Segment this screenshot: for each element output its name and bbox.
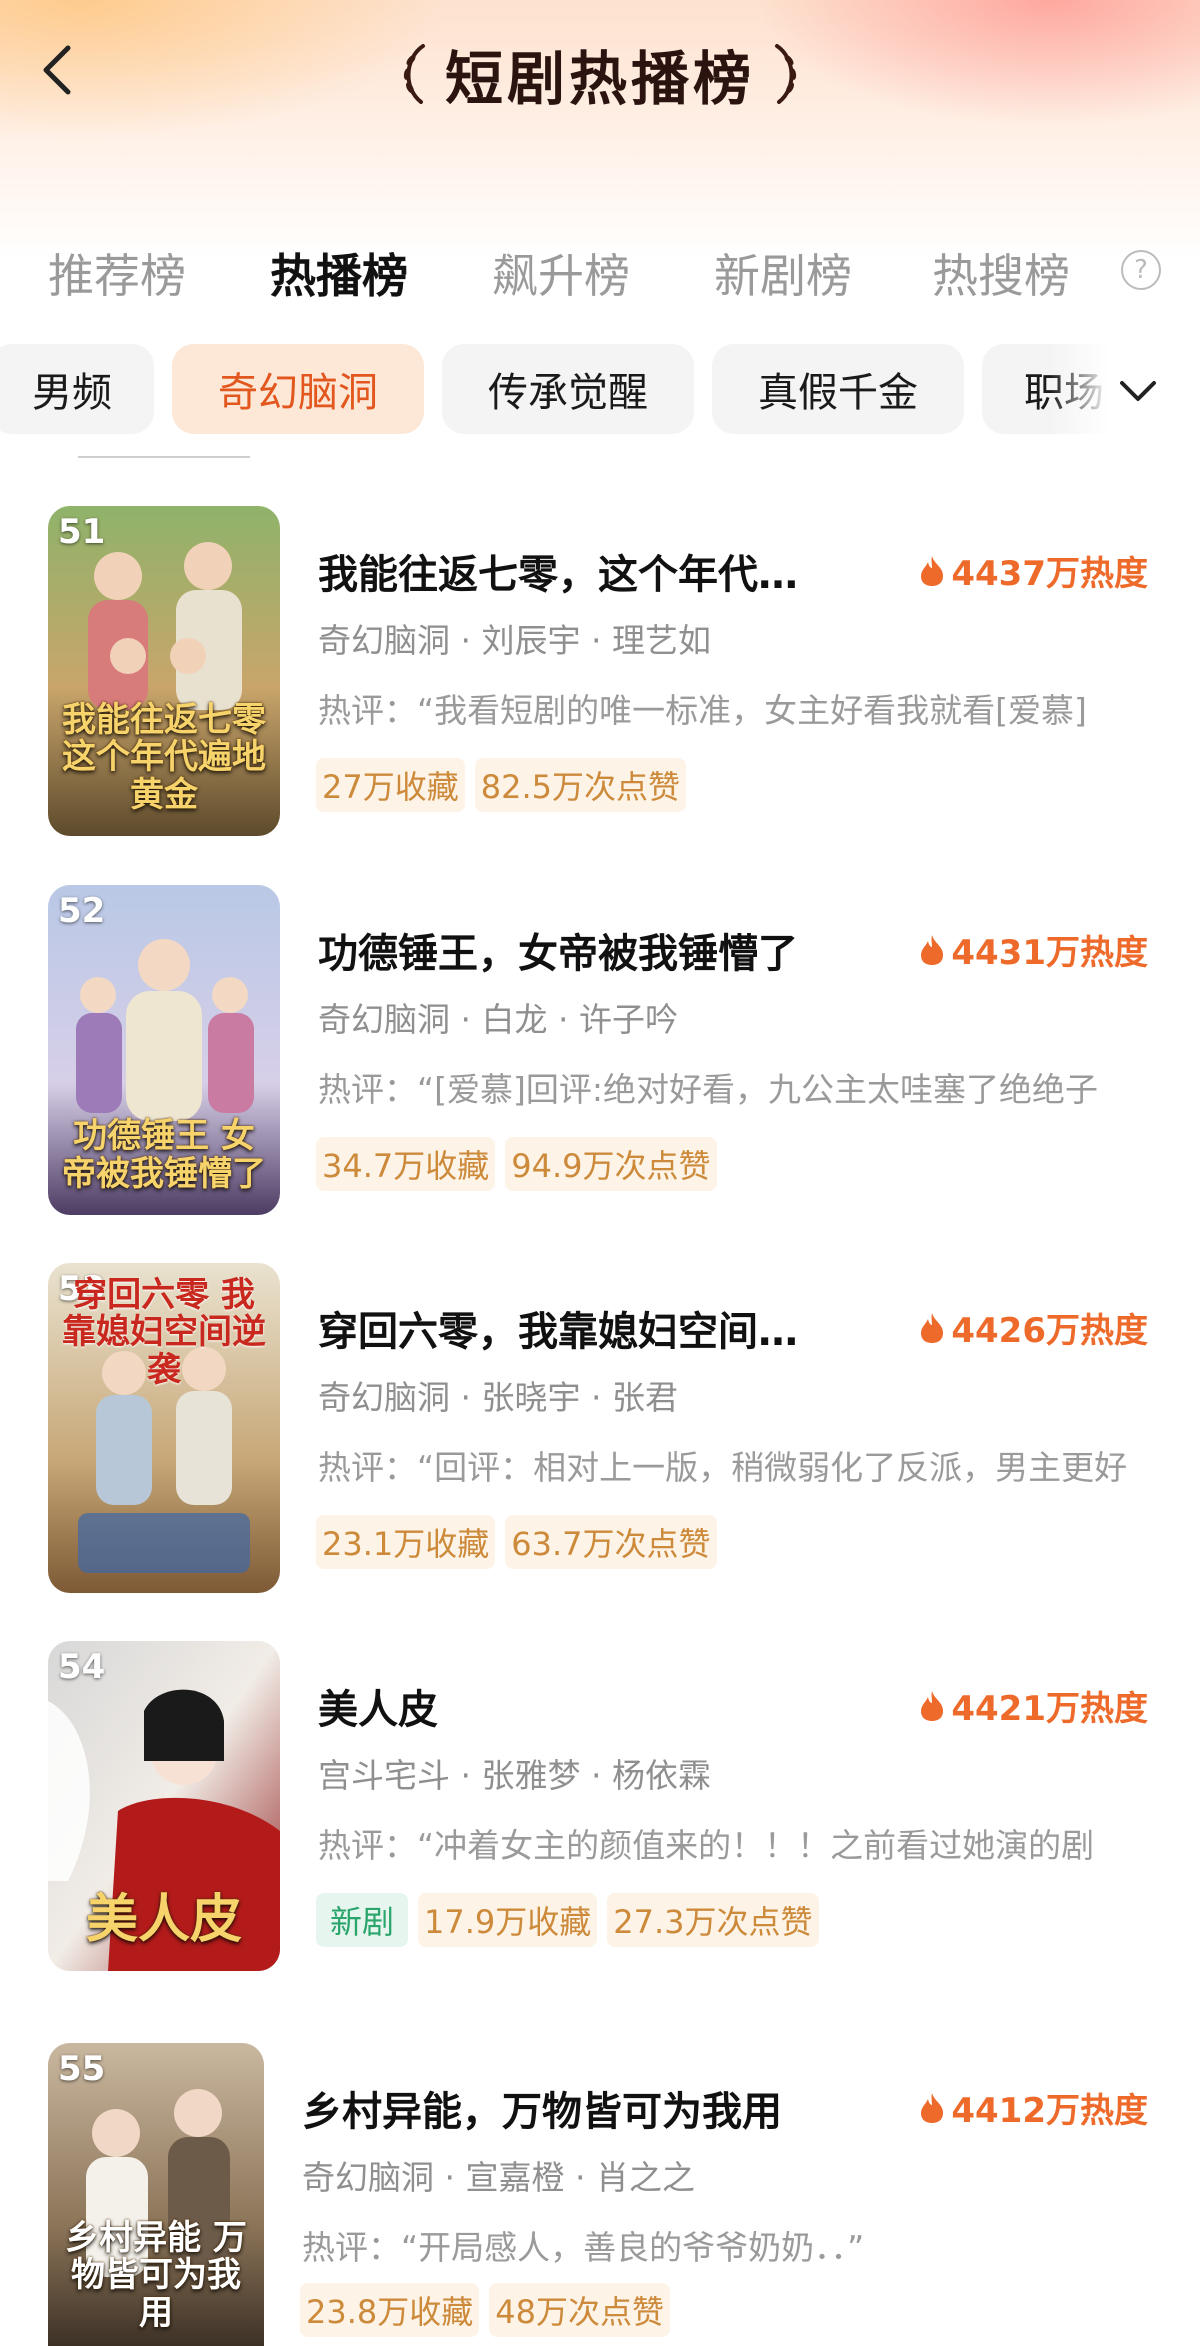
chip-true-false-heiress[interactable]: 真假千金 xyxy=(712,344,964,434)
drama-title: 功德锤王，女帝被我锤懵了 xyxy=(318,931,798,977)
drama-title: 我能往返七零，这个年代遍地黄金 xyxy=(318,552,828,598)
laurel-right-icon xyxy=(775,44,797,104)
flame-icon xyxy=(921,1312,944,1343)
hot-review: 热评：“冲着女主的颜值来的！！！之前看过她演的剧 xyxy=(318,1826,1095,1865)
likes-tag: 94.9万次点赞 xyxy=(505,1137,717,1191)
hot-review: 热评：“我看短剧的唯一标准，女主好看我就看[爱慕] xyxy=(318,691,1087,730)
category-chips: 男频 奇幻脑洞 传承觉醒 真假千金 职场 xyxy=(0,344,1200,434)
heat-value: 4412万热度 xyxy=(951,2091,1148,2131)
poster-title: 穿回六零 我靠媳妇空间逆袭 xyxy=(62,1275,266,1390)
poster-title: 功德锤王 女帝被我锤懵了 xyxy=(62,1116,266,1194)
stats-tags: 27万收藏 82.5万次点赞 xyxy=(316,758,686,812)
poster-image: 51 我能往返七零 这个年代遍地黄金 xyxy=(48,506,280,836)
page-title: 短剧热播榜 xyxy=(444,45,755,113)
favorites-tag: 34.7万收藏 xyxy=(316,1137,496,1191)
drama-title: 乡村异能，万物皆可为我用 xyxy=(302,2089,782,2135)
stats-tags: 23.1万收藏 63.7万次点赞 xyxy=(316,1515,717,1569)
page-title-group: 短剧热播榜 xyxy=(0,32,1200,116)
flame-icon xyxy=(921,1690,944,1721)
chip-male[interactable]: 男频 xyxy=(0,344,154,434)
tab-recommend[interactable]: 推荐榜 xyxy=(48,240,186,306)
laurel-left-icon xyxy=(403,44,425,104)
rank-number: 55 xyxy=(58,2049,106,2089)
divider xyxy=(78,456,250,458)
ranking-tabs: 推荐榜 热播榜 飙升榜 新剧榜 热搜榜 xyxy=(0,240,1200,304)
heat-value: 4437万热度 xyxy=(951,554,1148,594)
heat-score: 4421万热度 xyxy=(919,1681,1148,1730)
tab-rising[interactable]: 飙升榜 xyxy=(492,240,630,306)
drama-meta: 奇幻脑洞 · 刘辰宇 · 理艺如 xyxy=(318,621,711,660)
stats-tags: 23.8万收藏 48万次点赞 xyxy=(300,2283,670,2337)
hot-review: 热评：“[爱慕]回评:绝对好看，九公主太哇塞了绝绝子 xyxy=(318,1070,1098,1109)
list-item[interactable]: 54 美人皮 美人皮 4421万热度 宫斗宅斗 · 张雅梦 · 杨依霖 热评：“… xyxy=(0,1641,1200,1981)
chip-inheritance[interactable]: 传承觉醒 xyxy=(442,344,694,434)
stats-tags: 新剧 17.9万收藏 27.3万次点赞 xyxy=(316,1893,819,1947)
flame-icon xyxy=(921,934,944,965)
favorites-tag: 27万收藏 xyxy=(316,758,465,812)
stats-tags: 34.7万收藏 94.9万次点赞 xyxy=(316,1137,717,1191)
drama-meta: 奇幻脑洞 · 宣嘉橙 · 肖之之 xyxy=(302,2158,695,2197)
heat-score: 4412万热度 xyxy=(919,2083,1148,2132)
likes-tag: 82.5万次点赞 xyxy=(474,758,686,812)
rank-number: 54 xyxy=(58,1647,106,1687)
list-item[interactable]: 53 穿回六零 我靠媳妇空间逆袭 穿回六零，我靠媳妇空间逆袭 4426万热度 奇… xyxy=(0,1263,1200,1603)
poster-image: 52 功德锤王 女帝被我锤懵了 xyxy=(48,885,280,1215)
poster-image: 53 穿回六零 我靠媳妇空间逆袭 xyxy=(48,1263,280,1593)
heat-value: 4426万热度 xyxy=(951,1311,1148,1351)
drama-title: 美人皮 xyxy=(318,1687,438,1733)
tab-hot-play[interactable]: 热播榜 xyxy=(270,240,408,306)
list-item[interactable]: 51 我能往返七零 这个年代遍地黄金 我能往返七零，这个年代遍地黄金 4437万… xyxy=(0,506,1200,846)
hot-review: 热评：“开局感人，善良的爷爷奶奶．．” xyxy=(302,2228,865,2267)
drama-meta: 宫斗宅斗 · 张雅梦 · 杨依霖 xyxy=(318,1756,711,1795)
tab-new[interactable]: 新剧榜 xyxy=(714,240,852,306)
list-item[interactable]: 55 乡村异能 万物皆可为我用 乡村异能，万物皆可为我用 4412万热度 奇幻脑… xyxy=(0,2043,1200,2346)
heat-value: 4431万热度 xyxy=(951,933,1148,973)
heat-score: 4437万热度 xyxy=(919,546,1148,595)
question-circle-icon[interactable]: ? xyxy=(1121,250,1161,290)
flame-icon xyxy=(921,2092,944,2123)
poster-image: 55 乡村异能 万物皆可为我用 xyxy=(48,2043,264,2346)
likes-tag: 27.3万次点赞 xyxy=(607,1893,819,1947)
heat-score: 4426万热度 xyxy=(919,1303,1148,1352)
heat-value: 4421万热度 xyxy=(951,1689,1148,1729)
heat-score: 4431万热度 xyxy=(919,925,1148,974)
poster-title: 美人皮 xyxy=(85,1889,242,1950)
poster-title: 我能往返七零 这个年代遍地黄金 xyxy=(62,699,266,815)
favorites-tag: 17.9万收藏 xyxy=(418,1893,598,1947)
new-drama-tag: 新剧 xyxy=(316,1893,409,1947)
list-item[interactable]: 52 功德锤王 女帝被我锤懵了 功德锤王，女帝被我锤懵了 4431万热度 奇幻脑… xyxy=(0,885,1200,1225)
chip-fantasy[interactable]: 奇幻脑洞 xyxy=(172,344,424,434)
expand-categories-button[interactable] xyxy=(1108,366,1168,416)
chevron-down-icon xyxy=(1120,381,1156,401)
poster-image: 54 美人皮 xyxy=(48,1641,280,1971)
likes-tag: 63.7万次点赞 xyxy=(505,1515,717,1569)
favorites-tag: 23.1万收藏 xyxy=(316,1515,496,1569)
drama-meta: 奇幻脑洞 · 白龙 · 许子吟 xyxy=(318,1000,678,1039)
drama-meta: 奇幻脑洞 · 张晓宇 · 张君 xyxy=(318,1378,678,1417)
rank-number: 51 xyxy=(58,512,106,552)
flame-icon xyxy=(921,555,944,586)
tab-hot-search[interactable]: 热搜榜 xyxy=(932,240,1070,306)
rank-number: 52 xyxy=(58,891,106,931)
likes-tag: 48万次点赞 xyxy=(489,2283,670,2337)
hot-review: 热评：“回评：相对上一版，稍微弱化了反派，男主更好 xyxy=(318,1448,1128,1487)
drama-title: 穿回六零，我靠媳妇空间逆袭 xyxy=(318,1309,828,1355)
favorites-tag: 23.8万收藏 xyxy=(300,2283,480,2337)
poster-title: 乡村异能 万物皆可为我用 xyxy=(65,2217,247,2333)
